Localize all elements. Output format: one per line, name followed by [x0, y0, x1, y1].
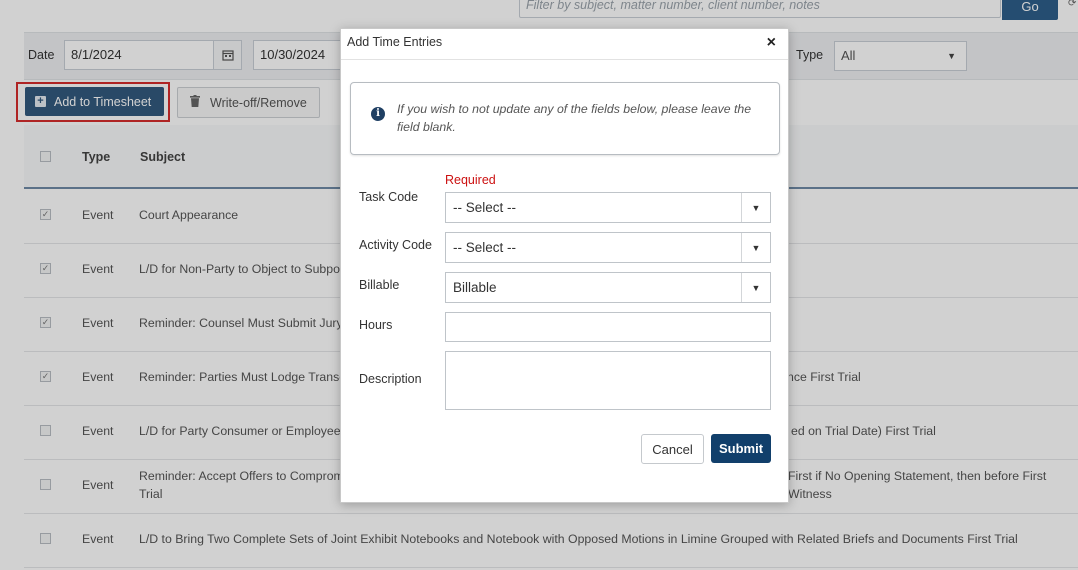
caret-down-icon: ▼: [741, 273, 770, 302]
description-label: Description: [359, 372, 422, 386]
required-indicator: Required: [445, 173, 496, 187]
description-textarea[interactable]: [445, 351, 771, 410]
submit-button[interactable]: Submit: [711, 434, 771, 463]
task-code-label: Task Code: [359, 190, 419, 204]
caret-down-icon: ▼: [741, 193, 770, 222]
hours-label: Hours: [359, 318, 393, 332]
dialog-title: Add Time Entries: [347, 35, 443, 49]
info-text: If you wish to not update any of the fie…: [397, 102, 752, 134]
activity-code-value: -- Select --: [453, 240, 517, 255]
task-code-select[interactable]: -- Select -- ▼: [445, 192, 771, 223]
cancel-button[interactable]: Cancel: [641, 434, 704, 464]
task-code-value: -- Select --: [453, 200, 517, 215]
activity-code-select[interactable]: -- Select -- ▼: [445, 232, 771, 263]
caret-down-icon: ▼: [741, 233, 770, 262]
close-icon[interactable]: ×: [767, 34, 776, 52]
billable-select[interactable]: Billable ▼: [445, 272, 771, 303]
hours-input[interactable]: [445, 312, 771, 342]
activity-code-label: Activity Code: [359, 238, 432, 252]
billable-label: Billable: [359, 278, 400, 292]
info-message: i If you wish to not update any of the f…: [350, 82, 780, 155]
dialog-header: Add Time Entries ×: [341, 29, 788, 60]
info-circle-icon: i: [371, 107, 385, 121]
add-time-entries-dialog: Add Time Entries × i If you wish to not …: [340, 28, 789, 503]
billable-value: Billable: [453, 280, 497, 295]
